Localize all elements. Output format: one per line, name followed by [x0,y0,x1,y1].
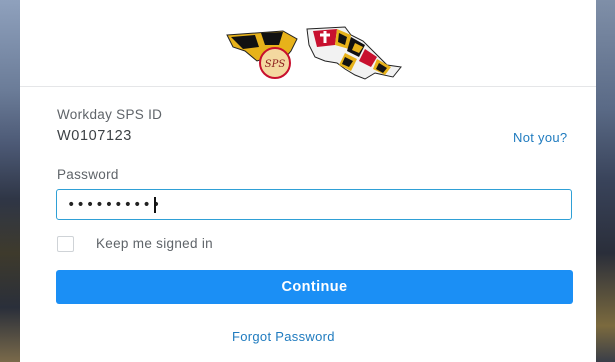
account-id-label: Workday SPS ID [57,107,163,122]
password-label: Password [57,167,119,182]
text-caret [154,197,156,213]
header-divider [20,86,596,87]
background-image-left [0,0,20,362]
password-masked-value: •••••••••• [67,197,162,213]
keep-signed-in-label[interactable]: Keep me signed in [96,236,213,251]
keep-signed-in-checkbox[interactable] [57,236,74,252]
maryland-state-logo: SPS [226,26,402,80]
not-you-link[interactable]: Not you? [513,130,567,145]
continue-button[interactable]: Continue [56,270,573,304]
sign-in-card: SPS Workday SPS ID W0107123 Not you? Pas… [20,0,596,362]
password-field[interactable]: •••••••••• [56,189,572,220]
forgot-password-link[interactable]: Forgot Password [232,329,335,344]
background-image-right [595,0,615,362]
logo-badge-text: SPS [265,59,286,70]
account-id-value: W0107123 [57,128,132,144]
